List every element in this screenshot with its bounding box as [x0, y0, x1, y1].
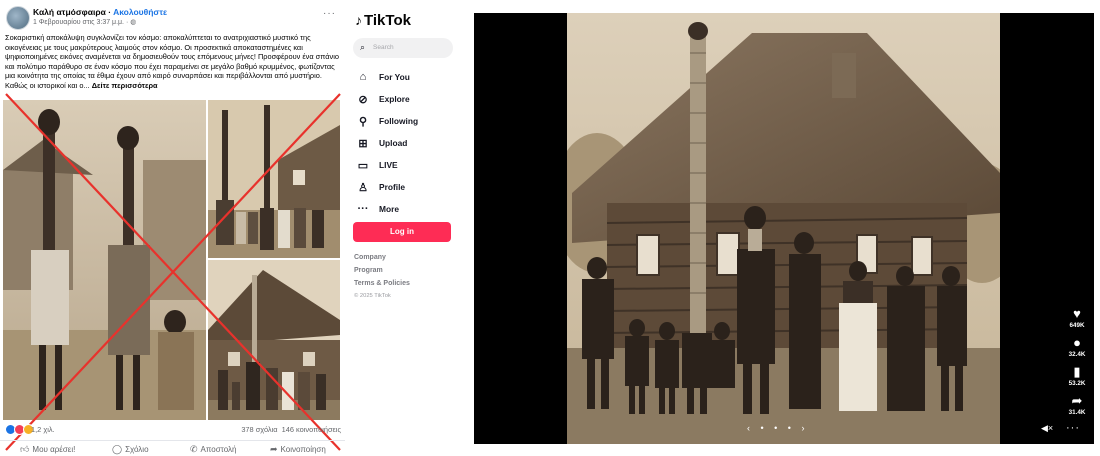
sidebar-item-for-you[interactable]: ⌂ For You [355, 66, 455, 88]
footer-program-link[interactable]: Program [354, 264, 410, 277]
share-video-button[interactable]: ➦ 31.4K [1064, 393, 1090, 417]
video-photo-cabin-family [567, 13, 1000, 444]
sidebar-footer: Company Program Terms & Policies © 2025 … [354, 251, 410, 303]
globe-icon: ◍ [130, 19, 137, 26]
post-photo-family[interactable] [208, 100, 340, 258]
post-header: Καλή ατμόσφαιρα · Ακολουθήστε 1 Φεβρουαρ… [6, 6, 340, 30]
sidebar-item-profile[interactable]: ♙ Profile [355, 176, 455, 198]
messenger-icon: ✆ [190, 444, 198, 454]
sidebar-item-upload[interactable]: ⊞ Upload [355, 132, 455, 154]
compass-icon: ⊘ [358, 93, 368, 106]
save-count: 53.2K [1068, 380, 1086, 387]
see-more-link[interactable]: Δείτε περισσότερα [92, 81, 158, 90]
photo-sepia-three-people [3, 100, 206, 420]
like-video-button[interactable]: ♥ 649K [1064, 306, 1090, 330]
following-icon: ⚲ [358, 115, 368, 128]
footer-company-link[interactable]: Company [354, 251, 410, 264]
reaction-count[interactable]: 1,2 χιλ. [31, 425, 55, 434]
thumbs-up-icon: 👍︎ [20, 444, 30, 454]
comment-count: 32.4K [1068, 351, 1086, 358]
post-timestamp[interactable]: 1 Φεβρουαρίου στις 3:37 μ.μ. · ◍ [33, 18, 136, 26]
home-icon: ⌂ [359, 71, 367, 83]
comments-shares: 378 σχόλια 146 κοινοποιήσεις [241, 425, 341, 434]
comment-dots-icon: ● [1073, 335, 1081, 350]
video-action-rail: ♥ 649K ● 32.4K ▮ 53.2K ➦ 31.4K [1064, 307, 1090, 423]
sidebar-item-more[interactable]: ··· More [355, 198, 455, 220]
nav-label: Following [379, 116, 419, 126]
send-label: Αποστολή [200, 445, 237, 454]
profile-icon: ♙ [358, 181, 368, 194]
live-icon: ▭ [357, 159, 369, 172]
share-button[interactable]: ➦ Κοινοποίηση [270, 444, 326, 455]
search-placeholder: Search [373, 44, 394, 51]
post-photo-cabin[interactable] [208, 260, 340, 420]
share-arrow-icon: ➦ [1071, 393, 1083, 408]
heart-icon: ♥ [1073, 306, 1081, 321]
post-date[interactable]: 1 Φεβρουαρίου στις 3:37 μ.μ. · [33, 19, 130, 26]
comment-button[interactable]: ◯ Σχόλιο [112, 444, 149, 455]
page-name-link[interactable]: Καλή ατμόσφαιρα [33, 7, 106, 17]
search-input[interactable]: ⌕ Search [353, 38, 453, 58]
post-photo-main[interactable] [3, 100, 206, 420]
tiktok-wordmark: TikTok [364, 12, 411, 29]
follow-link[interactable]: Ακολουθήστε [113, 7, 167, 17]
post-text: Σοκαριστική αποκάλυψη συγκλονίζει τον κό… [5, 33, 341, 91]
facebook-post: Καλή ατμόσφαιρα · Ακολουθήστε 1 Φεβρουαρ… [0, 0, 345, 456]
like-label: Μου αρέσει! [32, 445, 76, 454]
nav-label: More [379, 204, 400, 214]
mute-icon[interactable]: ◀× [1041, 423, 1053, 434]
post-body: Σοκαριστική αποκάλυψη συγκλονίζει τον κό… [5, 33, 339, 90]
sidebar-item-following[interactable]: ⚲ Following [355, 110, 455, 132]
share-label: Κοινοποίηση [280, 445, 326, 454]
save-button[interactable]: ▮ 53.2K [1064, 364, 1090, 388]
more-icon: ··· [357, 203, 369, 215]
photo-sepia-log-cabin [208, 260, 340, 420]
sidebar-item-explore[interactable]: ⊘ Explore [355, 88, 455, 110]
send-button[interactable]: ✆ Αποστολή [190, 444, 236, 455]
nav-label: LIVE [379, 160, 398, 170]
photo-sepia-family-group [208, 100, 340, 258]
share-arrow-icon: ➦ [270, 444, 278, 454]
post-options-button[interactable]: ··· [323, 8, 336, 19]
nav-label: For You [379, 72, 410, 82]
bookmark-icon: ▮ [1073, 364, 1081, 379]
comment-bubble-icon: ◯ [112, 444, 123, 454]
nav-label: Upload [379, 138, 408, 148]
upload-icon: ⊞ [358, 137, 368, 150]
carousel-navigation[interactable]: ‹ • • • › [747, 423, 808, 433]
tiktok-note-icon: ♪ [355, 12, 362, 28]
tiktok-logo[interactable]: ♪ TikTok [355, 12, 411, 29]
like-button[interactable]: 👍︎ Μου αρέσει! [20, 444, 75, 455]
comments-count[interactable]: 378 σχόλια [241, 425, 277, 434]
comment-label: Σχόλιο [125, 445, 149, 454]
nav-label: Profile [379, 182, 406, 192]
sidebar-nav: ⌂ For You ⊘ Explore ⚲ Following ⊞ Upload ▭ LI… [355, 66, 455, 220]
share-count: 31.4K [1068, 409, 1086, 416]
footer-terms-link[interactable]: Terms & Policies [354, 277, 410, 290]
comments-button[interactable]: ● 32.4K [1064, 335, 1090, 359]
post-stats: 1,2 χιλ. 378 σχόλια 146 κοινοποιήσεις [5, 424, 341, 436]
post-image-grid[interactable] [3, 100, 340, 420]
search-icon: ⌕ [360, 42, 366, 52]
post-author: Καλή ατμόσφαιρα · Ακολουθήστε [33, 7, 167, 17]
nav-label: Explore [379, 94, 410, 104]
shares-count[interactable]: 146 κοινοποιήσεις [282, 425, 341, 434]
more-options-icon[interactable]: ··· [1066, 422, 1080, 434]
login-button[interactable]: Log in [353, 222, 451, 242]
like-count: 649K [1069, 322, 1085, 329]
reaction-icons[interactable] [5, 424, 34, 435]
sidebar-item-live[interactable]: ▭ LIVE [355, 154, 455, 176]
post-action-bar: 👍︎ Μου αρέσει! ◯ Σχόλιο ✆ Αποστολή ➦ Κοινοπο… [0, 440, 345, 456]
name-separator: · [105, 7, 114, 17]
page-avatar[interactable] [6, 6, 30, 30]
footer-copyright: © 2025 TikTok [354, 293, 391, 299]
tiktok-video-player[interactable]: ‹ • • • › ♥ 649K ● 32.4K ▮ 53.2K ➦ 31.4K ◀× … [474, 13, 1094, 444]
tiktok-sidebar: ♪ TikTok ⌕ Search ⌂ For You ⊘ Explore ⚲ Foll… [349, 0, 457, 456]
